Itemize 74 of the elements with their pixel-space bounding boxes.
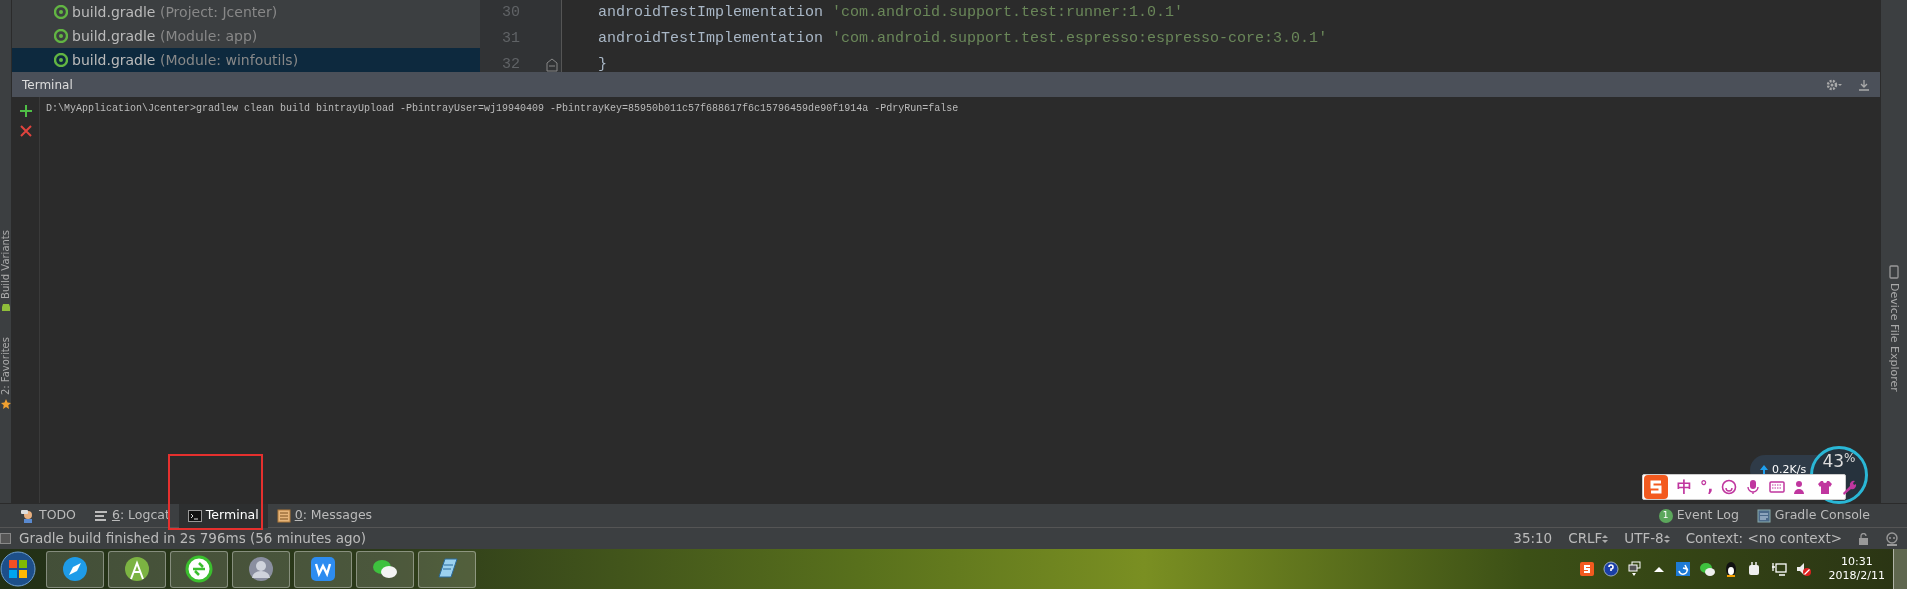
taskbar-button[interactable]: [418, 550, 476, 588]
taskbar-button[interactable]: [294, 550, 352, 588]
phone-icon: [1889, 265, 1899, 279]
sogou-s-icon[interactable]: [1578, 561, 1595, 577]
ime-key[interactable]: °,: [1700, 475, 1714, 499]
settings-icon[interactable]: [1826, 78, 1842, 91]
smiley-icon[interactable]: [1721, 479, 1738, 495]
keyboard-icon[interactable]: [1769, 479, 1786, 495]
plus-icon[interactable]: [19, 105, 32, 117]
clock[interactable]: 10:31 2018/2/11: [1828, 555, 1885, 583]
network-monitor-icon[interactable]: [1770, 561, 1787, 577]
tool-tab[interactable]: 6: Logcat: [84, 503, 179, 528]
help-icon[interactable]: [1602, 561, 1619, 577]
updown-arrow-icon: [1602, 533, 1609, 544]
list-lines-icon: [93, 508, 108, 523]
upload-arrow-icon[interactable]: [1674, 561, 1691, 577]
tool-tab[interactable]: 0: Messages: [267, 503, 382, 528]
panel-title: Terminal: [22, 76, 73, 94]
t-shirt-icon[interactable]: [1817, 479, 1834, 495]
show-desktop-button[interactable]: [1893, 549, 1907, 589]
windows-stack-icon[interactable]: [1626, 561, 1643, 577]
todo-icon: [21, 508, 35, 523]
microphone-icon[interactable]: [1745, 479, 1762, 495]
taskbar-button[interactable]: [356, 550, 414, 588]
cursor-position[interactable]: 35:10: [1513, 528, 1553, 549]
status-dropdown[interactable]: CRLF: [1568, 528, 1609, 549]
terminal-icon: [187, 508, 202, 523]
hide-panel-icon[interactable]: [1858, 78, 1870, 91]
lock-icon[interactable]: [1858, 532, 1869, 545]
code-line: androidTestImplementation 'com.android.support.test:runner:1.0.1': [598, 2, 1184, 23]
messages-icon: [276, 508, 291, 523]
wrench-icon[interactable]: [1841, 479, 1858, 495]
status-message: Gradle build finished in 2s 796ms (56 minutes ago): [19, 529, 367, 549]
gradle-file-icon: [54, 5, 68, 19]
gradle-file-icon: [54, 53, 68, 67]
refresh-globe-icon: [185, 555, 213, 583]
tool-tab[interactable]: TODO: [12, 503, 85, 528]
chat-bubbles-icon[interactable]: [1698, 561, 1715, 577]
panel-toggle-icon[interactable]: [0, 533, 11, 544]
tree-item[interactable]: build.gradle (Module: app): [12, 24, 480, 48]
taskbar-button[interactable]: [232, 550, 290, 588]
code-line: androidTestImplementation 'com.android.support.test.espresso:espresso-core:3.0.1': [598, 28, 1328, 49]
android-studio-icon: [123, 555, 151, 583]
inspector-face-icon[interactable]: [1885, 531, 1899, 546]
gradle-file-icon: [54, 29, 68, 43]
up-arrow-icon: [1760, 465, 1768, 475]
tool-window-label[interactable]: Build Variants: [0, 230, 11, 299]
avatar-circle-icon: [247, 555, 275, 583]
updown-arrow-icon: [1663, 533, 1670, 544]
fold-marker-icon: [546, 58, 558, 72]
terminal-line: D:\MyApplication\Jcenter>gradlew clean build bintrayUpload -PbintrayUser=wj19940409 -PbintrayKey=85950b011c57f688617f6c15796459de90f1914a -PdryRun=false: [45, 102, 960, 116]
speaker-muted-icon[interactable]: [1794, 561, 1811, 577]
status-dropdown[interactable]: UTF-8: [1624, 528, 1670, 549]
taskbar-button[interactable]: [46, 550, 104, 588]
w-logo-icon: [309, 555, 337, 583]
tool-tab[interactable]: Gradle Console: [1747, 503, 1879, 528]
tool-window-label[interactable]: Device File Explorer: [1888, 283, 1900, 392]
close-icon[interactable]: [19, 125, 32, 137]
notification-badge: 1: [1658, 508, 1673, 523]
android-icon: [0, 302, 11, 313]
tree-item[interactable]: build.gradle (Project: Jcenter): [12, 0, 480, 24]
tool-tab[interactable]: 1 Event Log: [1649, 503, 1748, 528]
code-line: }: [598, 54, 607, 72]
ime-key[interactable]: 中: [1677, 475, 1692, 499]
tree-item[interactable]: build.gradle (Module: winfoutils): [12, 48, 480, 72]
taskbar-button[interactable]: [170, 550, 228, 588]
context-label[interactable]: Context: <no context>: [1685, 528, 1842, 549]
taskbar-button[interactable]: [108, 550, 166, 588]
compass-icon: [61, 555, 89, 583]
tool-tab[interactable]: Terminal: [178, 503, 268, 528]
tool-window-label[interactable]: 2: Favorites: [0, 336, 11, 396]
start-orb-icon[interactable]: [0, 551, 36, 587]
console-window-icon: [1756, 508, 1771, 523]
star-icon: [0, 399, 11, 410]
